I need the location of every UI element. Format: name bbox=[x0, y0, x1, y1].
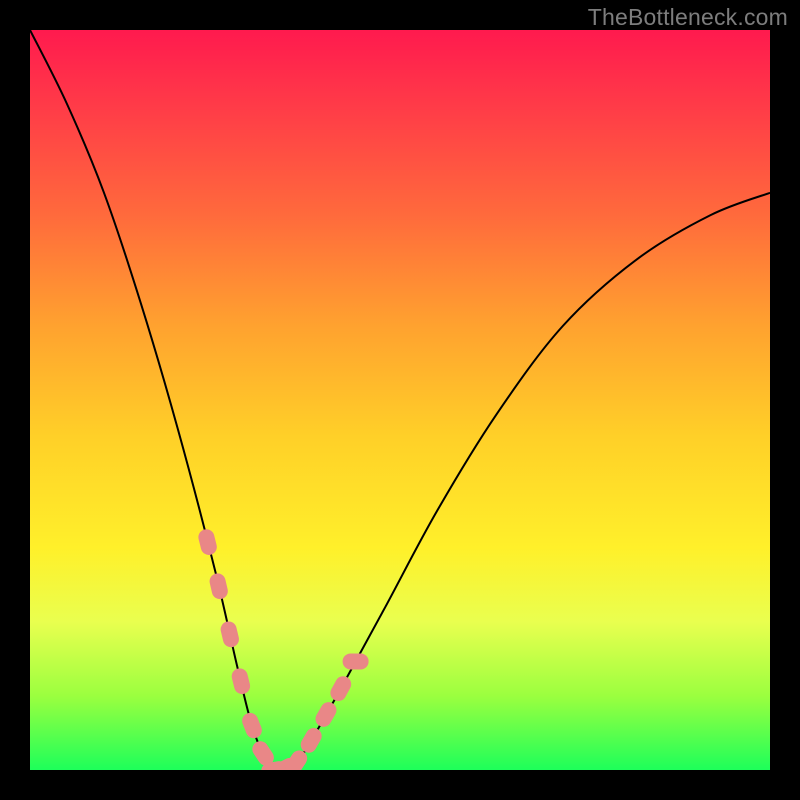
highlight-bead bbox=[197, 528, 219, 557]
bottleneck-curve bbox=[30, 30, 770, 770]
plot-area bbox=[30, 30, 770, 770]
watermark-text: TheBottleneck.com bbox=[588, 4, 788, 31]
highlight-bead bbox=[208, 572, 229, 601]
highlight-bead bbox=[313, 699, 340, 730]
highlight-bead bbox=[328, 673, 354, 703]
highlight-beads bbox=[197, 528, 369, 770]
curve-path bbox=[30, 30, 770, 770]
chart-frame: TheBottleneck.com bbox=[0, 0, 800, 800]
highlight-bead bbox=[240, 711, 265, 741]
highlight-bead bbox=[219, 620, 241, 649]
highlight-bead bbox=[343, 653, 369, 669]
highlight-bead bbox=[230, 667, 252, 696]
